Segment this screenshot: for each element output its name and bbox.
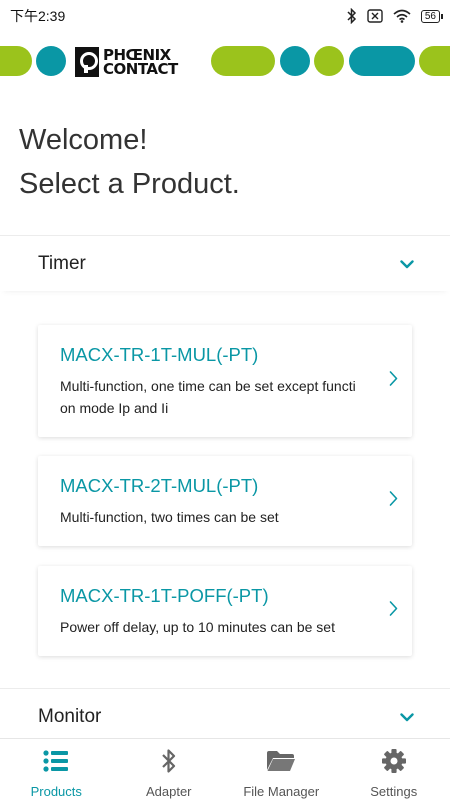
nav-label: Settings bbox=[370, 784, 418, 799]
product-name: MACX-TR-1T-POFF(-PT) bbox=[60, 585, 269, 606]
nav-file-manager[interactable]: File Manager bbox=[225, 739, 338, 800]
product-name: MACX-TR-1T-MUL(-PT) bbox=[60, 344, 259, 365]
section-monitor-header[interactable]: Monitor bbox=[0, 688, 450, 744]
logo-line-2: CONTACT bbox=[103, 60, 178, 78]
sim-off-icon bbox=[367, 9, 383, 23]
folder-icon bbox=[266, 747, 296, 775]
chevron-down-icon[interactable] bbox=[400, 253, 414, 275]
nav-adapter[interactable]: Adapter bbox=[113, 739, 226, 800]
brand-banner: PHŒNIX CONTACT bbox=[0, 44, 450, 80]
phoenix-contact-logo: PHŒNIX CONTACT bbox=[72, 44, 208, 80]
logo-mark-icon bbox=[75, 47, 99, 77]
section-timer-header[interactable]: Timer bbox=[0, 235, 450, 291]
banner-dot bbox=[314, 46, 344, 76]
product-description: Multi-function, one time can be set exce… bbox=[60, 378, 356, 416]
gear-icon bbox=[381, 747, 407, 775]
chevron-down-icon[interactable] bbox=[400, 706, 414, 728]
bottom-navigation: Products Adapter File Manager Settings bbox=[0, 738, 450, 800]
product-description: Power off delay, up to 10 minutes can be… bbox=[60, 619, 335, 635]
welcome-heading: Welcome! Select a Product. bbox=[19, 118, 240, 206]
nav-settings[interactable]: Settings bbox=[338, 739, 450, 800]
nav-label: Products bbox=[30, 784, 82, 799]
banner-pill bbox=[349, 46, 415, 76]
nav-label: File Manager bbox=[243, 784, 320, 799]
welcome-line-1: Welcome! bbox=[19, 124, 148, 156]
product-card[interactable]: MACX-TR-1T-MUL(-PT) Multi-function, one … bbox=[38, 325, 412, 437]
banner-pill bbox=[419, 46, 450, 76]
product-name: MACX-TR-2T-MUL(-PT) bbox=[60, 475, 259, 496]
status-time: 下午2:39 bbox=[10, 8, 66, 24]
nav-label: Adapter bbox=[145, 784, 192, 799]
section-title: Timer bbox=[38, 252, 86, 274]
section-title: Monitor bbox=[38, 705, 102, 727]
product-card[interactable]: MACX-TR-2T-MUL(-PT) Multi-function, two … bbox=[38, 456, 412, 546]
nav-products[interactable]: Products bbox=[0, 739, 113, 800]
product-description: Multi-function, two times can be set bbox=[60, 509, 279, 525]
banner-pill bbox=[0, 46, 32, 76]
banner-pill bbox=[211, 46, 275, 76]
chevron-right-icon bbox=[389, 371, 398, 392]
battery-icon: 56 bbox=[420, 9, 444, 23]
banner-dot bbox=[280, 46, 310, 76]
bluetooth-status-icon bbox=[347, 8, 357, 24]
bluetooth-icon bbox=[161, 747, 177, 775]
logo-text: PHŒNIX CONTACT bbox=[103, 48, 178, 78]
banner-dot bbox=[36, 46, 66, 76]
status-icons: 56 bbox=[347, 8, 444, 24]
list-icon bbox=[43, 747, 69, 775]
product-card[interactable]: MACX-TR-1T-POFF(-PT) Power off delay, up… bbox=[38, 566, 412, 656]
status-bar: 下午2:39 56 bbox=[0, 0, 450, 32]
wifi-icon bbox=[393, 9, 411, 23]
welcome-line-2: Select a Product. bbox=[19, 168, 240, 200]
chevron-right-icon bbox=[389, 601, 398, 622]
chevron-right-icon bbox=[389, 491, 398, 512]
